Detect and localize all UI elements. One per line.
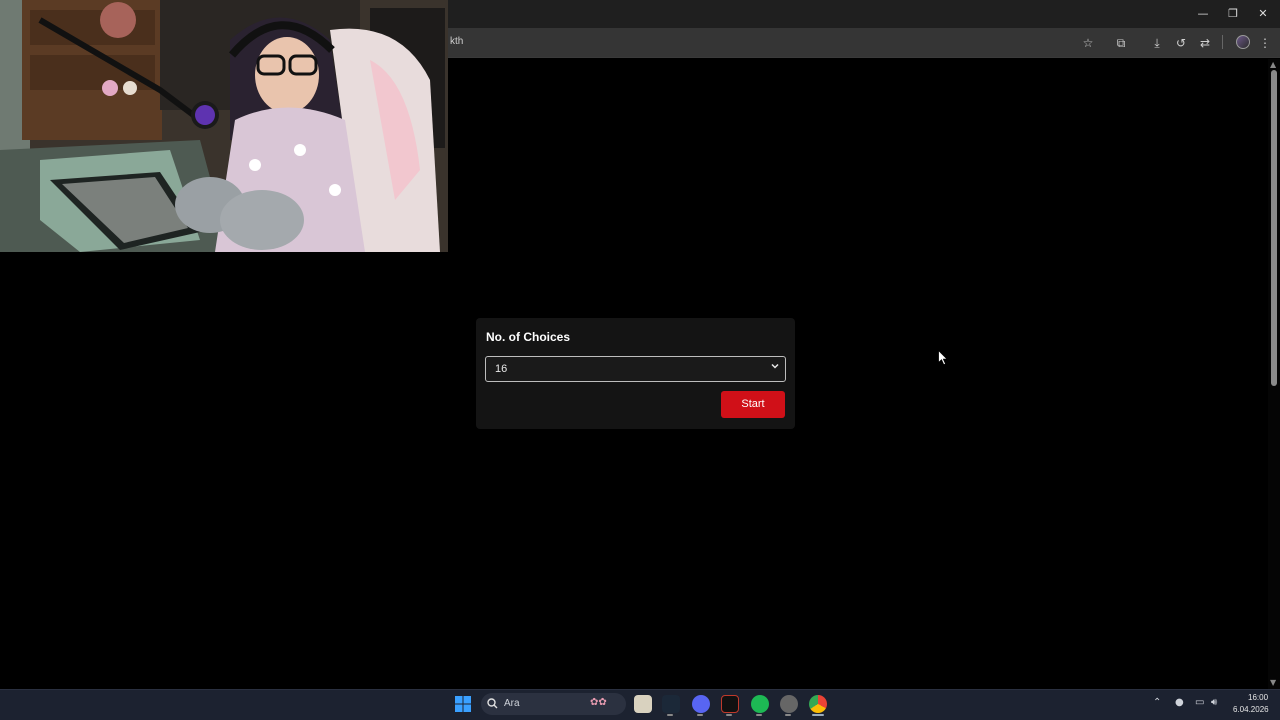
close-window-button[interactable]: ✕	[1248, 4, 1278, 24]
running-indicator	[785, 714, 791, 716]
running-indicator	[667, 714, 673, 716]
download-icon[interactable]: ⤓	[1147, 33, 1167, 53]
settings-app-icon[interactable]	[780, 695, 798, 713]
file-explorer-icon[interactable]	[634, 695, 652, 713]
taskbar-clock-time[interactable]: 16:00	[1248, 693, 1268, 702]
minimize-button[interactable]: —	[1188, 4, 1218, 24]
microphone-icon[interactable]: ●	[1175, 697, 1184, 708]
search-highlight-icon: ✿✿	[590, 697, 607, 708]
steam-icon[interactable]	[662, 695, 680, 713]
webcam-overlay	[0, 0, 448, 252]
chrome-icon[interactable]	[809, 695, 827, 713]
translate-icon[interactable]: ⇄	[1195, 33, 1215, 53]
scroll-up-icon[interactable]: ▲	[1270, 60, 1276, 69]
chevron-down-icon	[771, 363, 779, 369]
extensions-icon[interactable]: ⧉	[1111, 33, 1131, 53]
profile-icon[interactable]	[1236, 35, 1250, 49]
choices-card: No. of Choices 16 Start	[476, 318, 795, 429]
taskbar-search-placeholder: Ara	[504, 698, 520, 709]
mouse-cursor-icon	[938, 350, 948, 366]
discord-icon[interactable]	[692, 695, 710, 713]
card-title: No. of Choices	[486, 330, 571, 344]
volume-icon[interactable]: 🔊︎	[1211, 697, 1217, 708]
screen: — ❐ ✕ kth ☆ ⧉ ⤓ ↺ ⇄ ⋮ ▲ ▼ No. of Choices…	[0, 0, 1280, 720]
windows-start-icon[interactable]	[455, 696, 471, 712]
choices-select[interactable]: 16	[485, 356, 786, 382]
history-icon[interactable]: ↺	[1171, 33, 1191, 53]
spotify-icon[interactable]	[751, 695, 769, 713]
toolbar-divider	[1222, 35, 1223, 49]
running-indicator	[726, 714, 732, 716]
network-icon[interactable]: ▭	[1195, 697, 1204, 708]
running-indicator	[812, 714, 824, 716]
scrollbar-thumb[interactable]	[1271, 70, 1277, 386]
start-button[interactable]: Start	[721, 391, 785, 418]
select-value: 16	[495, 363, 508, 375]
address-bar-url[interactable]: kth	[450, 36, 463, 47]
tray-overflow-icon[interactable]: ⌃	[1153, 697, 1161, 708]
scroll-down-icon[interactable]: ▼	[1270, 678, 1276, 687]
running-indicator	[756, 714, 762, 716]
running-indicator	[697, 714, 703, 716]
star-icon[interactable]: ☆	[1078, 33, 1098, 53]
menu-icon[interactable]: ⋮	[1255, 33, 1275, 53]
media-app-icon[interactable]	[721, 695, 739, 713]
taskbar-clock-date[interactable]: 6.04.2026	[1233, 705, 1269, 714]
restore-button[interactable]: ❐	[1218, 4, 1248, 24]
search-icon	[487, 698, 498, 709]
